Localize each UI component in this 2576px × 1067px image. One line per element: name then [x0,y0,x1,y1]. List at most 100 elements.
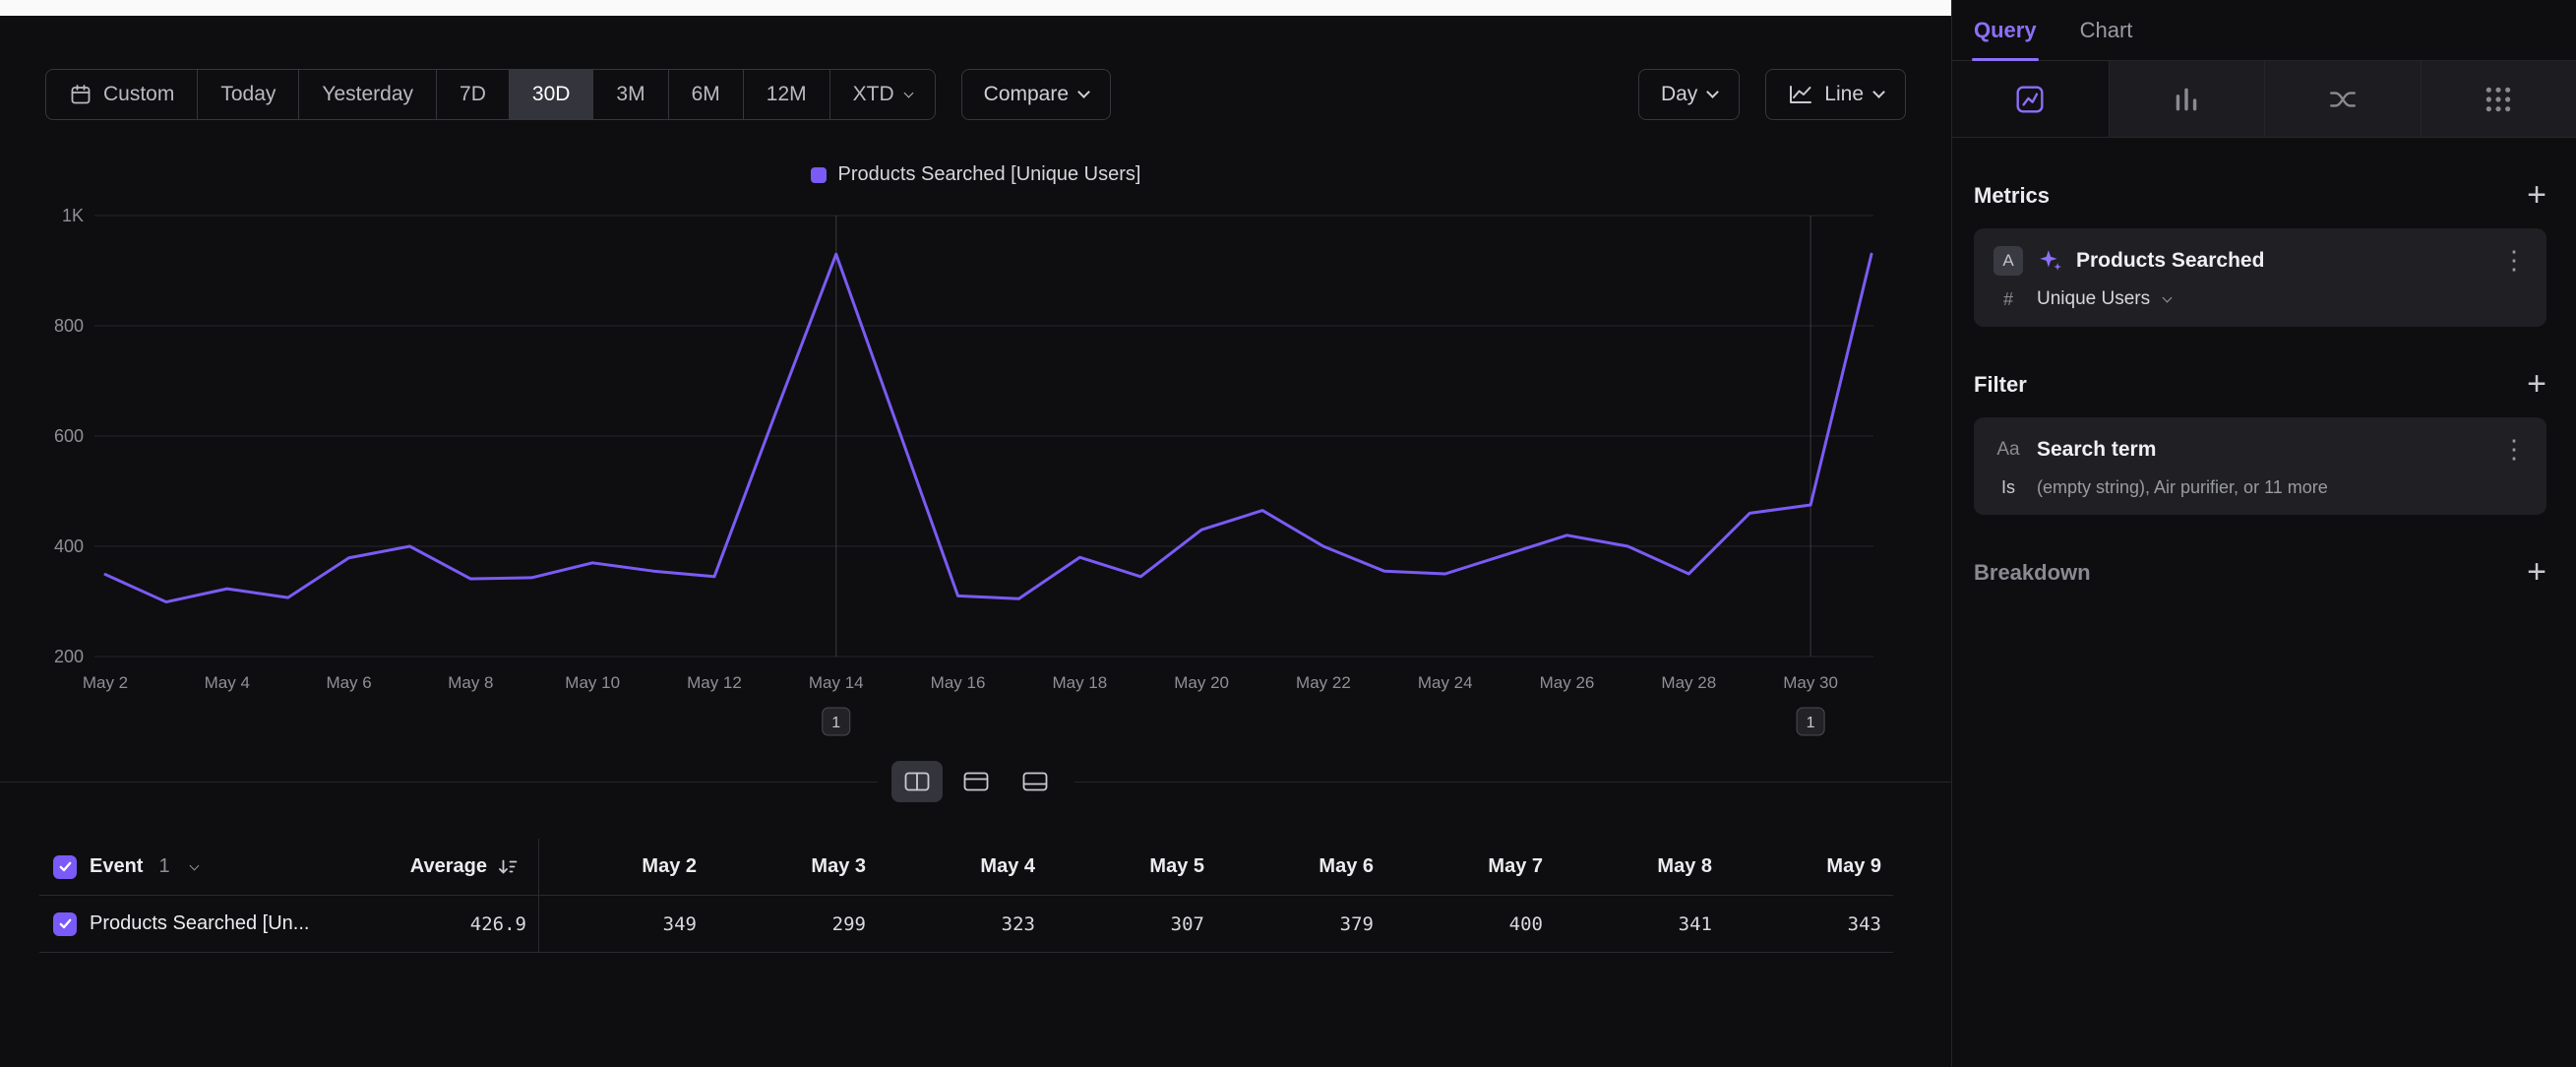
view-tab-more[interactable] [2421,61,2576,137]
svg-text:May 6: May 6 [326,673,371,692]
svg-text:May 30: May 30 [1783,673,1838,692]
line-chart[interactable]: 2004006008001K11May 2May 4May 6May 8May … [30,196,1919,747]
event-row-label-cell[interactable]: Products Searched [Un... [39,896,364,953]
compare-button[interactable]: Compare [961,69,1111,120]
date-range-label: Yesterday [322,83,413,106]
svg-text:600: 600 [54,426,84,446]
svg-text:800: 800 [54,316,84,336]
kebab-menu-icon[interactable]: ⋮ [2501,245,2527,276]
svg-text:1: 1 [1807,715,1815,731]
breakdown-section-head: Breakdown + [1952,560,2576,586]
date-column-header[interactable]: May 8 [1555,839,1724,896]
svg-text:May 10: May 10 [565,673,620,692]
chart-type-label: Line [1824,83,1864,106]
date-range-3m[interactable]: 3M [593,70,668,119]
average-column-header[interactable]: Average [364,839,539,896]
table-position-top-icon [963,772,989,791]
legend-swatch [811,167,827,183]
date-range-yesterday[interactable]: Yesterday [299,70,437,119]
chevron-down-icon [2163,293,2173,303]
interval-label: Day [1661,83,1697,106]
table-position-bottom-button[interactable] [1010,761,1061,802]
aggregation-prefix: # [1993,289,2023,310]
table-position-left-button[interactable] [891,761,943,802]
event-column-header[interactable]: Event1 [39,839,364,896]
value-cell: 343 [1724,896,1893,953]
tab-query[interactable]: Query [1974,0,2037,60]
date-range-7d[interactable]: 7D [437,70,510,119]
add-filter-button[interactable]: + [2527,373,2546,397]
metric-aggregation-row: # Unique Users [1993,288,2527,310]
event-row-name: Products Searched [Un... [90,912,309,935]
view-tab-flows[interactable] [2264,61,2421,137]
filter-value[interactable]: (empty string), Air purifier, or 11 more [2037,477,2328,498]
filter-operator[interactable]: Is [1993,477,2023,498]
date-range-today[interactable]: Today [198,70,299,119]
select-all-checkbox[interactable] [53,855,77,879]
add-metric-button[interactable]: + [2527,184,2546,208]
row-checkbox[interactable] [53,912,77,936]
filter-card-row: Aa Search term ⋮ [1993,434,2527,465]
svg-text:May 8: May 8 [448,673,493,692]
value-cell: 341 [1555,896,1724,953]
svg-text:May 22: May 22 [1296,673,1351,692]
toolbar: Custom Today Yesterday 7D30D 3M 6M 12M XTD Comp… [0,69,1951,120]
chart-area: 2004006008001K11May 2May 4May 6May 8May … [0,196,1951,752]
compare-label: Compare [984,83,1069,106]
flows-icon [2328,85,2358,114]
svg-text:May 18: May 18 [1052,673,1107,692]
filter-card[interactable]: Aa Search term ⋮ Is (empty string), Air … [1974,417,2546,515]
layout-toggles [878,761,1074,802]
svg-text:May 26: May 26 [1540,673,1595,692]
filter-property-name[interactable]: Search term [2037,438,2156,462]
date-column-header[interactable]: May 7 [1385,839,1555,896]
view-type-tabs [1952,61,2576,138]
view-tab-bars[interactable] [2109,61,2265,137]
date-column-header[interactable]: May 5 [1047,839,1216,896]
date-column-header[interactable]: May 6 [1216,839,1385,896]
interval-button[interactable]: Day [1638,69,1740,120]
metric-name[interactable]: Products Searched [2076,249,2264,273]
table-position-top-button[interactable] [951,761,1002,802]
view-tab-insights[interactable] [1952,61,2109,137]
average-value-cell: 426.9 [364,896,539,953]
svg-text:May 16: May 16 [931,673,986,692]
main-panel: Custom Today Yesterday 7D30D 3M 6M 12M XTD Comp… [0,0,1951,1067]
svg-text:May 2: May 2 [83,673,128,692]
date-column-header[interactable]: May 2 [539,839,708,896]
tab-chart[interactable]: Chart [2080,0,2133,60]
kebab-menu-icon[interactable]: ⋮ [2501,434,2527,465]
value-cell: 307 [1047,896,1216,953]
date-range-12m[interactable]: 12M [744,70,830,119]
date-column-header[interactable]: May 3 [708,839,878,896]
date-range-xtd[interactable]: XTD [830,70,935,119]
metrics-section-head: Metrics + [1952,183,2576,209]
series-badge: A [1993,246,2023,276]
toolbar-right: Day Line [1638,69,1906,120]
event-header-label: Event [90,855,143,878]
tab-query-label: Query [1974,18,2037,43]
table-position-left-icon [904,772,930,791]
date-range-label: Custom [103,83,174,106]
aggregation-selector[interactable]: Unique Users [2037,288,2150,310]
metric-card[interactable]: A Products Searched ⋮ # Unique Users [1974,228,2546,327]
svg-text:400: 400 [54,536,84,556]
legend-label: Products Searched [Unique Users] [838,163,1141,186]
svg-text:200: 200 [54,647,84,666]
metric-card-row: A Products Searched ⋮ [1993,245,2527,276]
sparkle-icon [2037,248,2062,274]
date-column-header[interactable]: May 9 [1724,839,1893,896]
sidebar: Query Chart Metrics + A Pr [1951,0,2576,1067]
date-range-custom[interactable]: Custom [46,70,198,119]
chevron-down-icon [1077,86,1090,98]
date-column-header[interactable]: May 4 [878,839,1047,896]
date-range-6m[interactable]: 6M [669,70,744,119]
date-range-label: 12M [767,83,807,106]
sort-icon[interactable] [497,857,519,877]
date-range-label: 3M [616,83,644,106]
date-range-30d[interactable]: 30D [510,70,594,119]
svg-text:May 28: May 28 [1661,673,1716,692]
chart-type-button[interactable]: Line [1765,69,1906,120]
svg-text:May 20: May 20 [1174,673,1229,692]
add-breakdown-button[interactable]: + [2527,561,2546,585]
